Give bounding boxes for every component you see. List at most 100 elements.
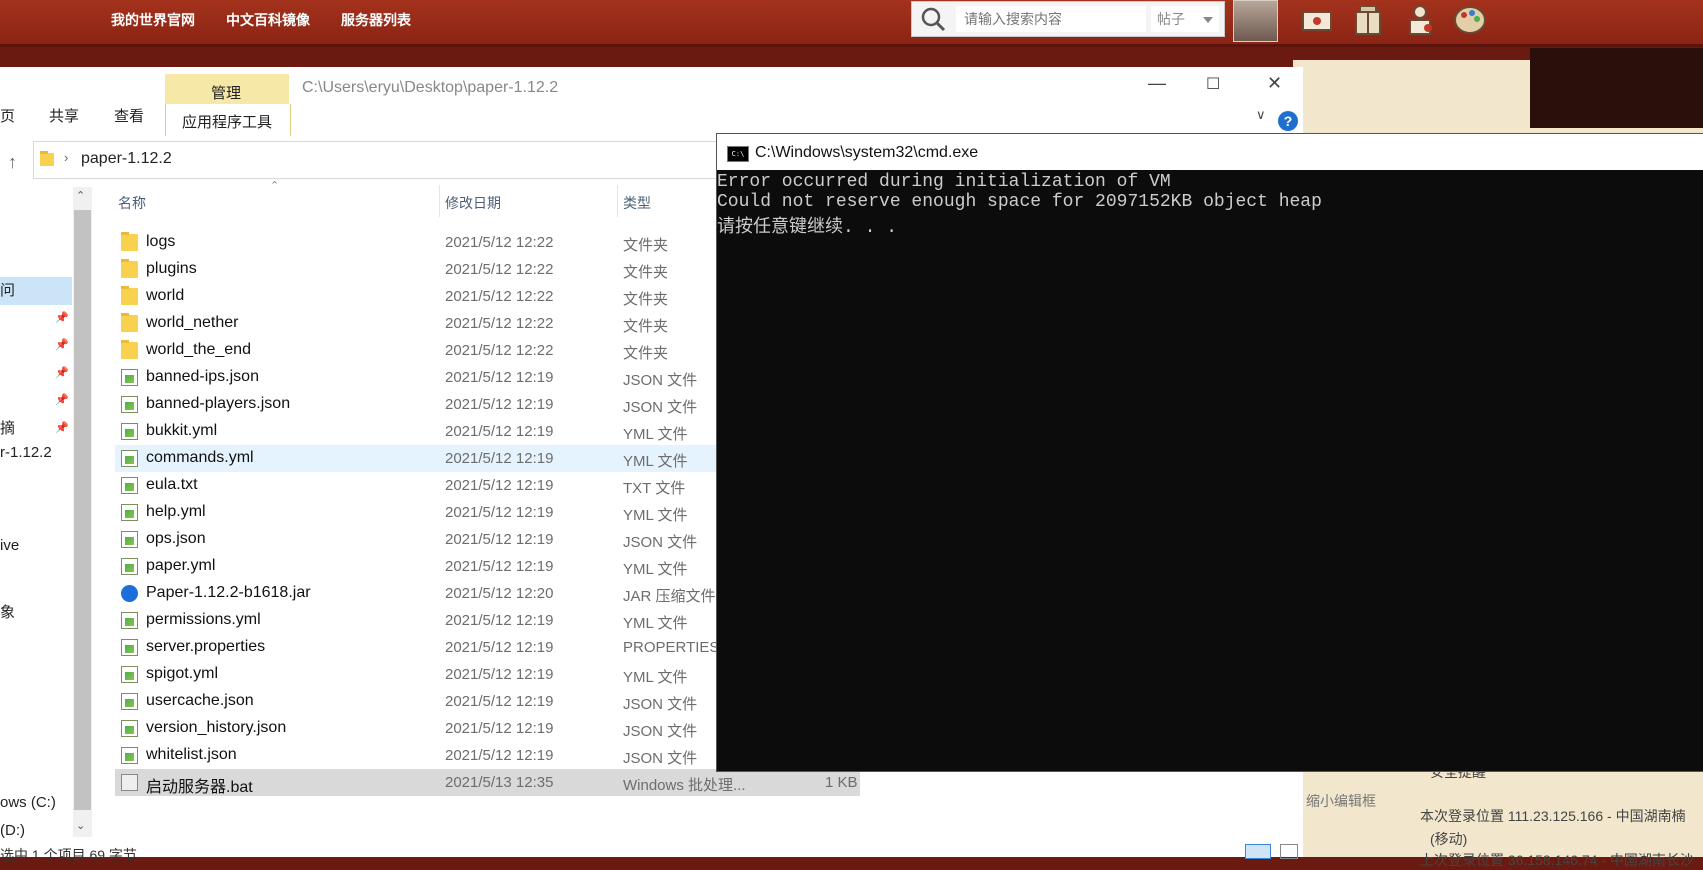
palette-icon[interactable]	[1452, 2, 1488, 38]
file-date: 2021/5/12 12:19	[445, 612, 554, 629]
file-type: 文件夹	[623, 318, 669, 335]
tab-application-tools[interactable]: 应用程序工具	[165, 104, 291, 136]
column-header: 名称 ⌃ 修改日期 类型	[115, 180, 715, 217]
cmd-title: C:\Windows\system32\cmd.exe	[755, 144, 979, 161]
file-icon	[121, 666, 138, 683]
folder-icon	[121, 286, 138, 305]
file-date: 2021/5/12 12:19	[445, 693, 554, 710]
nav-item-drive-c[interactable]: ows (C:)	[0, 794, 56, 811]
ribbon: 页 共享 查看 管理 应用程序工具 C:\Users\eryu\Desktop\…	[0, 67, 1303, 137]
shrink-editor-link[interactable]: 缩小编辑框	[1306, 791, 1376, 811]
file-date: 2021/5/12 12:19	[445, 747, 554, 764]
search-icon[interactable]	[920, 6, 946, 32]
file-type: JSON 文件	[623, 723, 698, 740]
file-name: Paper-1.12.2-b1618.jar	[146, 584, 311, 601]
window-title: C:\Users\eryu\Desktop\paper-1.12.2	[302, 79, 559, 96]
file-size: 1 KB	[825, 774, 858, 791]
login-carrier: (移动)	[1430, 831, 1468, 847]
chevron-right-icon: ›	[64, 150, 69, 165]
file-name: permissions.yml	[146, 611, 261, 628]
notification-icon[interactable]	[1402, 2, 1438, 38]
scroll-down-icon[interactable]: ⌄	[76, 819, 85, 832]
link-server-list[interactable]: 服务器列表	[341, 10, 411, 30]
column-type[interactable]: 类型	[623, 193, 651, 213]
nav-item-paper-folder[interactable]: r-1.12.2	[0, 444, 52, 461]
file-type: PROPERTIES	[623, 639, 720, 656]
file-type: TXT 文件	[623, 480, 686, 497]
nav-item-drive-d[interactable]: (D:)	[0, 822, 25, 839]
file-date: 2021/5/12 12:19	[445, 558, 554, 575]
file-icon	[121, 369, 138, 386]
folder-icon	[121, 259, 138, 278]
minimize-icon[interactable]: —	[1148, 73, 1166, 94]
file-date: 2021/5/12 12:19	[445, 666, 554, 683]
close-icon[interactable]: ✕	[1267, 73, 1282, 94]
address-bar[interactable]: › paper-1.12.2	[33, 141, 755, 179]
file-icon	[121, 693, 138, 710]
file-name: world_the_end	[146, 341, 251, 358]
file-type: 文件夹	[623, 264, 669, 281]
column-divider[interactable]	[439, 185, 440, 217]
folder-icon	[121, 340, 138, 359]
pin-icon: 📌	[55, 422, 69, 434]
nav-item-pictures[interactable]: 摘	[0, 417, 15, 438]
nav-item-3d-objects[interactable]: 象	[0, 601, 15, 622]
tab-share[interactable]: 共享	[49, 105, 79, 126]
column-divider[interactable]	[617, 185, 618, 217]
file-row[interactable]: 启动服务器.bat 2021/5/13 12:35 Windows 批处理... 1 …	[115, 769, 860, 796]
cmd-window[interactable]: C:\ C:\Windows\system32\cmd.exe Error oc…	[716, 133, 1703, 772]
file-name: bukkit.yml	[146, 422, 218, 439]
scroll-up-icon[interactable]: ⌃	[76, 189, 85, 202]
mail-icon[interactable]	[1299, 2, 1335, 38]
search-scope-select[interactable]: 帖子	[1151, 6, 1219, 32]
nav-item-quick-access[interactable]: 问	[0, 279, 15, 300]
file-type: Windows 批处理...	[623, 777, 746, 794]
gift-box-icon[interactable]	[1350, 2, 1386, 38]
file-icon	[121, 504, 138, 521]
column-name[interactable]: 名称	[118, 193, 146, 213]
cmd-line: Could not reserve enough space for 20971…	[717, 192, 1322, 212]
file-name: whitelist.json	[146, 746, 237, 763]
file-type: JAR 压缩文件	[623, 588, 716, 605]
avatar[interactable]	[1233, 0, 1278, 42]
file-icon	[121, 558, 138, 575]
tab-manage[interactable]: 管理	[165, 74, 289, 104]
file-date: 2021/5/12 12:19	[445, 369, 554, 386]
file-date: 2021/5/12 12:20	[445, 585, 554, 602]
file-date: 2021/5/12 12:22	[445, 261, 554, 278]
link-wiki-mirror[interactable]: 中文百科镜像	[226, 10, 310, 30]
navigation-pane: 问 📌 📌 📌 📌 📌 摘 r-1.12.2 ive 象 ows (C:) (D…	[0, 187, 72, 857]
file-type: 文件夹	[623, 237, 669, 254]
file-date: 2021/5/12 12:22	[445, 342, 554, 359]
file-name: spigot.yml	[146, 665, 219, 682]
column-date[interactable]: 修改日期	[445, 193, 501, 213]
file-icon	[121, 396, 138, 413]
file-icon	[121, 423, 138, 440]
file-name: 启动服务器.bat	[146, 779, 253, 796]
cmd-line: 请按任意键继续. . .	[717, 218, 898, 238]
nav-scrollbar-thumb[interactable]	[74, 210, 91, 810]
tab-view[interactable]: 查看	[114, 105, 144, 126]
file-icon	[121, 450, 138, 467]
file-name: eula.txt	[146, 476, 198, 493]
chevron-down-icon[interactable]: ∨	[1256, 107, 1266, 123]
search-input[interactable]	[956, 6, 1146, 32]
cmd-title-bar[interactable]: C:\ C:\Windows\system32\cmd.exe	[717, 134, 1703, 170]
link-minecraft-official[interactable]: 我的世界官网	[111, 10, 195, 30]
maximize-icon[interactable]: ☐	[1206, 74, 1220, 94]
file-type: JSON 文件	[623, 399, 698, 416]
file-date: 2021/5/12 12:19	[445, 531, 554, 548]
help-icon[interactable]: ?	[1278, 111, 1298, 131]
file-name: banned-players.json	[146, 395, 291, 412]
nav-item-onedrive[interactable]: ive	[0, 537, 19, 554]
file-name: world_nether	[146, 314, 239, 331]
tab-home[interactable]: 页	[0, 105, 15, 126]
up-arrow-icon[interactable]: ↑	[8, 152, 17, 173]
file-type: JSON 文件	[623, 696, 698, 713]
file-name: usercache.json	[146, 692, 254, 709]
file-date: 2021/5/12 12:19	[445, 423, 554, 440]
forum-banner-dark	[1530, 48, 1703, 128]
cmd-output[interactable]: Error occurred during initialization of …	[717, 170, 1703, 770]
file-date: 2021/5/12 12:19	[445, 450, 554, 467]
pin-icon: 📌	[55, 394, 69, 406]
